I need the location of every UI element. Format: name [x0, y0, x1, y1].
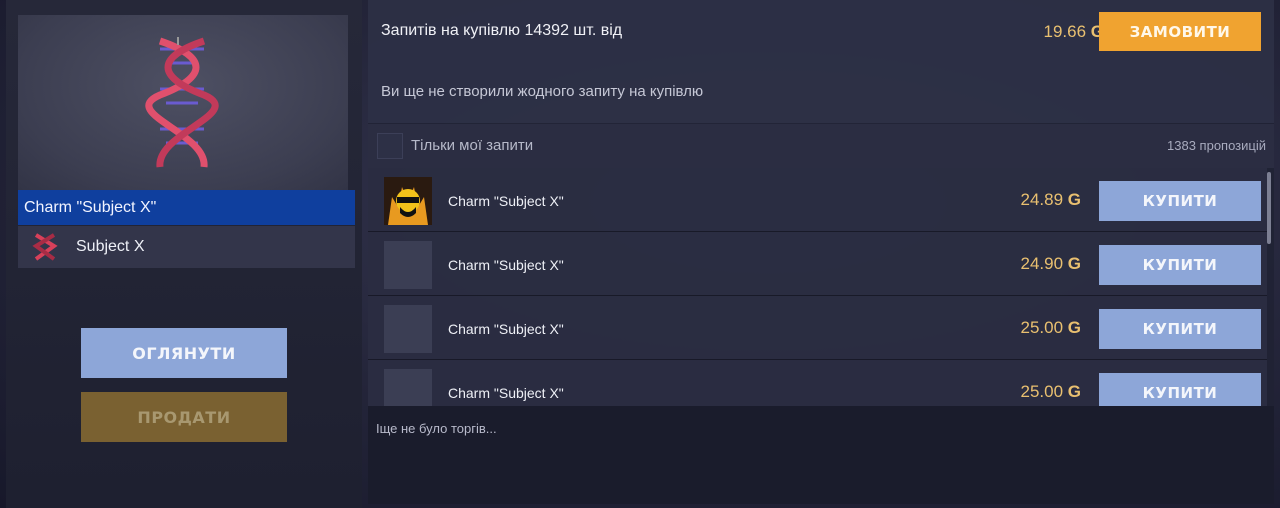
item-title: Charm "Subject X": [18, 190, 355, 225]
list-item: Charm "Subject X" 24.89 G КУПИТИ: [368, 168, 1267, 232]
buy-button[interactable]: КУПИТИ: [1099, 181, 1261, 221]
inspect-button[interactable]: ОГЛЯНУТИ: [81, 328, 287, 378]
price-value: 24.89: [1020, 190, 1064, 209]
gold-currency-icon: G: [1067, 382, 1081, 401]
listing-price: 25.00 G: [1020, 318, 1081, 338]
price-value: 25.00: [1020, 318, 1064, 337]
buy-button[interactable]: КУПИТИ: [1099, 245, 1261, 285]
listing-name: Charm "Subject X": [448, 193, 564, 209]
list-item: Charm "Subject X" 24.90 G КУПИТИ: [368, 232, 1267, 296]
dna-charm-icon: [145, 37, 219, 168]
buy-button[interactable]: КУПИТИ: [1099, 373, 1261, 406]
listings-list[interactable]: Charm "Subject X" 24.89 G КУПИТИ Charm "…: [368, 168, 1274, 406]
listing-name: Charm "Subject X": [448, 385, 564, 401]
listing-thumbnail: [384, 305, 432, 353]
place-order-button[interactable]: ЗАМОВИТИ: [1099, 12, 1261, 51]
price-value: 24.90: [1020, 254, 1064, 273]
filter-row: Тільки мої запити 1383 пропозицій: [368, 124, 1274, 168]
buy-order-price: 19.66 G: [1043, 22, 1104, 42]
item-preview: [18, 15, 348, 190]
buy-order-header: Запитів на купівлю 14392 шт. від 19.66 G…: [368, 0, 1274, 123]
gold-currency-icon: G: [1067, 254, 1081, 273]
no-requests-message: Ви ще не створили жодного запиту на купі…: [381, 83, 704, 100]
sell-button[interactable]: ПРОДАТИ: [81, 392, 287, 442]
collection-row: Subject X: [18, 226, 355, 268]
collection-name: Subject X: [76, 238, 145, 255]
listing-name: Charm "Subject X": [448, 257, 564, 273]
listing-thumbnail: [384, 369, 432, 406]
seller-avatar-icon: [384, 177, 432, 225]
subject-x-collection-icon: [28, 230, 62, 264]
list-item: Charm "Subject X" 25.00 G КУПИТИ: [368, 296, 1267, 360]
listings-scrollbar[interactable]: [1267, 172, 1271, 244]
listing-price: 25.00 G: [1020, 382, 1081, 402]
only-my-requests-checkbox[interactable]: [377, 133, 403, 159]
buy-button[interactable]: КУПИТИ: [1099, 309, 1261, 349]
price-value: 19.66: [1043, 22, 1087, 41]
listing-name: Charm "Subject X": [448, 321, 564, 337]
listing-price: 24.89 G: [1020, 190, 1081, 210]
buy-order-summary: Запитів на купівлю 14392 шт. від: [381, 22, 623, 39]
price-value: 25.00: [1020, 382, 1064, 401]
only-my-requests-label[interactable]: Тільки мої запити: [411, 137, 533, 154]
gold-currency-icon: G: [1067, 190, 1081, 209]
list-item: Charm "Subject X" 25.00 G КУПИТИ: [368, 360, 1267, 406]
listing-price: 24.90 G: [1020, 254, 1081, 274]
no-trades-message: Іще не було торгів...: [376, 421, 497, 436]
trade-history: Іще не було торгів...: [368, 406, 1274, 504]
offers-count: 1383 пропозицій: [1167, 138, 1266, 153]
market-panel: Запитів на купівлю 14392 шт. від 19.66 G…: [368, 0, 1274, 504]
listing-thumbnail: [384, 241, 432, 289]
gold-currency-icon: G: [1067, 318, 1081, 337]
